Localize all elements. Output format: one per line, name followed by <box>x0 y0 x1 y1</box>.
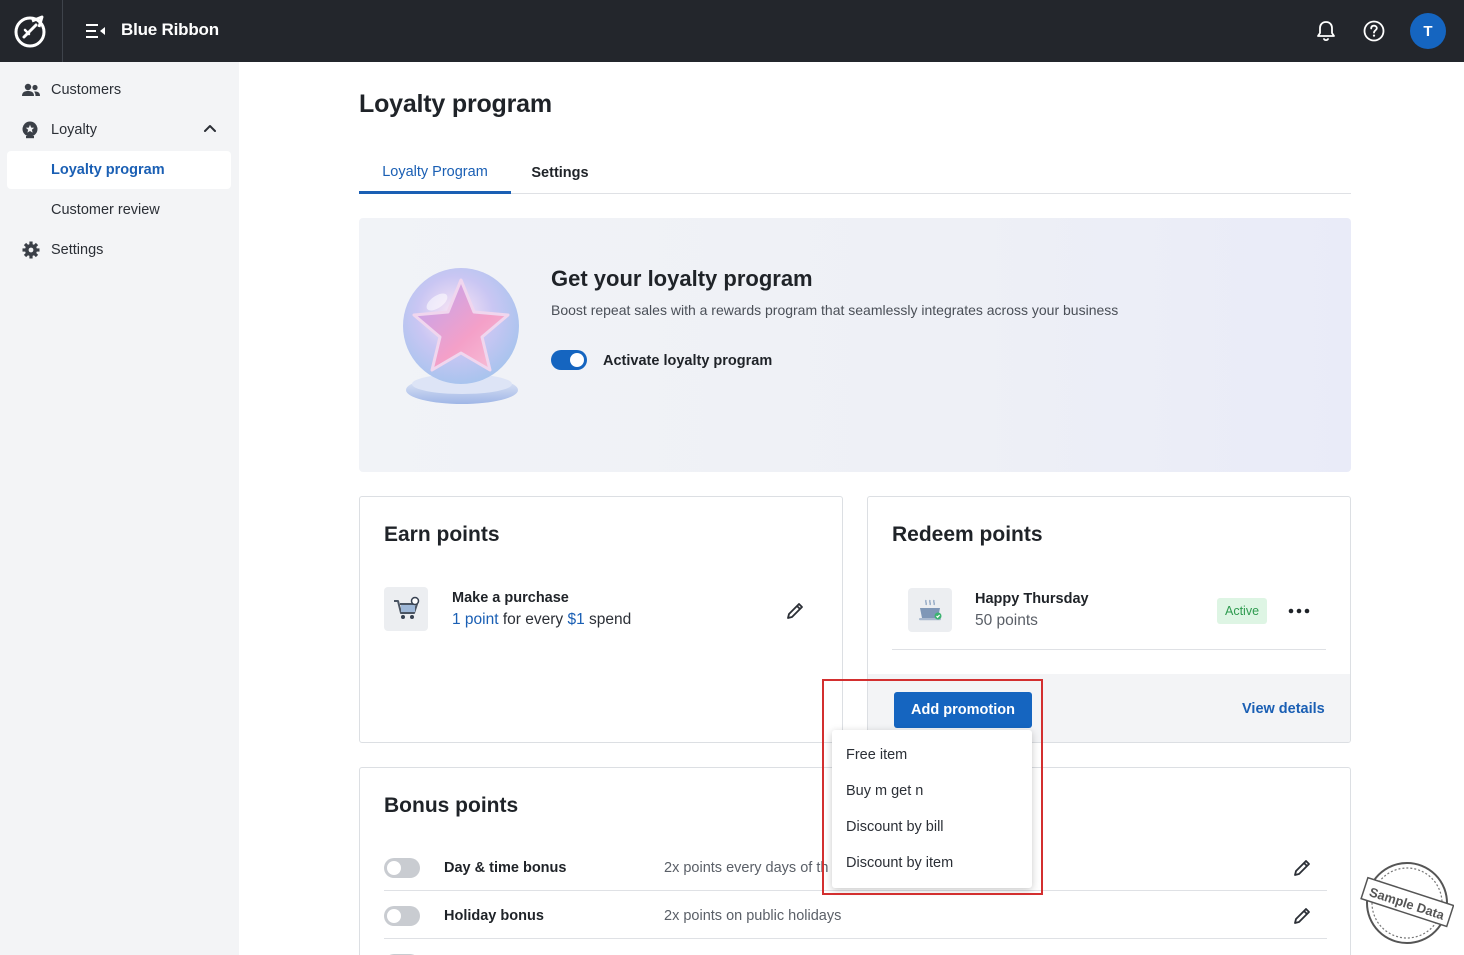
divider <box>384 890 1327 891</box>
top-bar: Blue Ribbon T <box>0 0 1464 62</box>
earn-item-description: 1 point for every $1 spend <box>452 611 631 629</box>
promotion-name: Happy Thursday <box>975 591 1089 607</box>
brand-name: Blue Ribbon <box>121 20 219 39</box>
earn-points-title: Earn points <box>384 523 500 546</box>
bonus-points-title: Bonus points <box>384 794 519 817</box>
bell-icon[interactable] <box>1313 18 1339 44</box>
view-details-link[interactable]: View details <box>1242 701 1325 717</box>
coffee-cup-icon <box>919 599 942 621</box>
divider <box>892 649 1326 650</box>
page-title: Loyalty program <box>359 90 552 118</box>
promotion-points: 50 points <box>975 612 1038 629</box>
sidebar-item-label: Loyalty program <box>51 162 165 178</box>
sidebar: Customers Loyalty Loyalty program Custom… <box>0 62 239 955</box>
points-value: 1 point <box>452 611 499 628</box>
sidebar-item-label: Settings <box>51 242 104 258</box>
chevron-up-icon[interactable] <box>203 123 217 133</box>
loyalty-hero-banner: Get your loyalty program Boost repeat sa… <box>359 218 1351 472</box>
activate-loyalty-label: Activate loyalty program <box>603 353 773 369</box>
topbar-divider <box>62 0 63 62</box>
shopping-cart-icon <box>394 596 420 619</box>
spend-value: $1 <box>567 611 585 628</box>
promotion-thumbnail <box>908 588 952 632</box>
sample-data-stamp: Sample Data <box>1360 862 1454 944</box>
desc-text: spend <box>584 611 632 628</box>
sidebar-item-customer-review[interactable]: Customer review <box>7 191 231 229</box>
help-circle-icon[interactable] <box>1361 18 1387 44</box>
bonus-row-description: 2x points on public holidays <box>664 908 842 924</box>
status-badge: Active <box>1217 598 1268 624</box>
sidebar-item-label: Loyalty <box>51 122 97 138</box>
redeem-points-card: Redeem points Happy Thursday 50 points A… <box>867 496 1351 743</box>
desc-text: for every <box>498 611 568 628</box>
divider <box>384 938 1327 939</box>
bonus-row-description: 2x points every days of th <box>664 860 829 876</box>
edit-pencil-icon[interactable] <box>1292 858 1312 878</box>
sidebar-item-loyalty-program[interactable]: Loyalty program <box>7 151 231 189</box>
edit-pencil-icon[interactable] <box>1292 906 1312 926</box>
sidebar-item-customers[interactable]: Customers <box>7 71 231 109</box>
collapse-menu-icon[interactable] <box>84 20 108 42</box>
holiday-bonus-toggle[interactable] <box>384 906 420 926</box>
users-icon <box>22 83 40 96</box>
toggle-knob <box>387 909 401 923</box>
earn-points-card: Earn points Make a purchase 1 point for … <box>359 496 843 743</box>
gear-icon <box>22 241 40 259</box>
menu-item-discount-by-item[interactable]: Discount by item <box>832 845 1032 881</box>
user-avatar[interactable]: T <box>1410 13 1446 49</box>
day-time-bonus-toggle[interactable] <box>384 858 420 878</box>
tab-settings[interactable]: Settings <box>511 152 609 194</box>
hero-subtitle: Boost repeat sales with a rewards progra… <box>551 302 1119 318</box>
toggle-knob <box>387 861 401 875</box>
bonus-row-name: Holiday bonus <box>444 908 544 924</box>
menu-item-discount-by-bill[interactable]: Discount by bill <box>832 809 1032 845</box>
more-options-icon[interactable] <box>1286 601 1312 621</box>
redeem-points-title: Redeem points <box>892 523 1043 546</box>
edit-pencil-icon[interactable] <box>785 601 805 621</box>
promotion-type-menu: Free item Buy m get n Discount by bill D… <box>832 730 1032 888</box>
activate-loyalty-toggle[interactable] <box>551 350 587 370</box>
purchase-thumbnail <box>384 587 428 631</box>
earn-item-name: Make a purchase <box>452 590 569 606</box>
bonus-row-name: Day & time bonus <box>444 860 567 876</box>
sidebar-item-settings[interactable]: Settings <box>7 231 231 269</box>
hero-title: Get your loyalty program <box>551 266 813 291</box>
app-logo-icon[interactable] <box>12 13 48 49</box>
sidebar-item-label: Customers <box>51 82 122 98</box>
sidebar-item-loyalty[interactable]: Loyalty <box>7 111 231 149</box>
tab-bar: Loyalty Program Settings <box>359 152 1351 194</box>
loyalty-star-illustration <box>403 268 519 404</box>
sidebar-item-label: Customer review <box>51 202 160 218</box>
menu-item-free-item[interactable]: Free item <box>832 737 1032 773</box>
add-promotion-button[interactable]: Add promotion <box>894 692 1032 728</box>
menu-item-buy-m-get-n[interactable]: Buy m get n <box>832 773 1032 809</box>
toggle-knob <box>570 353 584 367</box>
tab-loyalty-program[interactable]: Loyalty Program <box>359 152 511 194</box>
loyalty-badge-icon <box>22 121 38 139</box>
